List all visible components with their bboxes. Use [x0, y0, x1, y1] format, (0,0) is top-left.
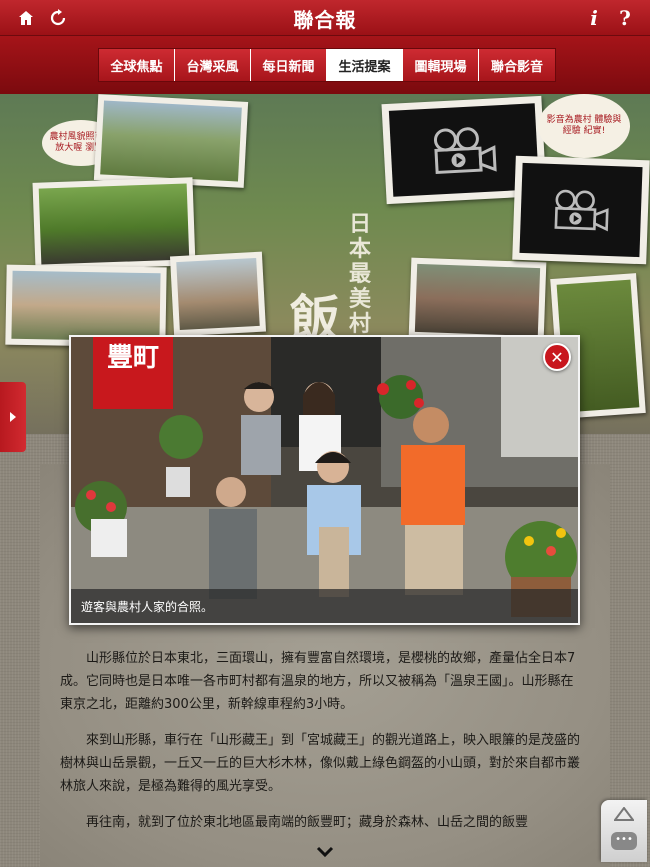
- chevron-down-icon: [316, 846, 334, 858]
- article-paragraph: 來到山形縣，車行在「山形藏王」到「宮城藏王」的觀光道路上，映入眼簾的是茂盛的樹林…: [60, 733, 581, 794]
- video-camera-icon: [433, 127, 497, 175]
- tab-taiwan-scenes[interactable]: 台灣采風: [175, 49, 251, 81]
- home-icon[interactable]: [14, 6, 38, 30]
- photo-lightbox[interactable]: 豐町 遊客與農村人家的合照。: [69, 335, 580, 625]
- collage-photo[interactable]: [93, 94, 249, 188]
- info-icon[interactable]: i: [582, 6, 606, 30]
- tab-daily-news[interactable]: 每日新聞: [251, 49, 327, 81]
- collage-photo[interactable]: [408, 257, 547, 343]
- tab-video[interactable]: 聯合影音: [479, 49, 555, 81]
- tab-lifestyle[interactable]: 生活提案: [327, 49, 403, 81]
- back-to-top-button[interactable]: •••: [601, 800, 647, 862]
- refresh-icon[interactable]: [46, 6, 70, 30]
- video-camera-icon: [554, 189, 609, 232]
- shop-sign: 豐町: [106, 343, 159, 373]
- article-paragraph: 山形縣位於日本東北，三面環山，擁有豐富自然環境，是櫻桃的故鄉，產量佔全日本7成。…: [60, 651, 576, 712]
- hint-bubble-right: 影音為農村 體驗與經驗 紀實!: [538, 94, 630, 158]
- help-icon[interactable]: ?: [613, 6, 637, 30]
- section-tab-bar: 全球焦點 台灣采風 每日新聞 生活提案 圖輯現場 聯合影音: [0, 36, 650, 94]
- tab-photo-gallery[interactable]: 圖輯現場: [403, 49, 479, 81]
- photo-caption: 遊客與農村人家的合照。: [71, 589, 578, 623]
- close-icon[interactable]: ✕: [543, 343, 571, 371]
- chevron-right-icon: [10, 412, 16, 422]
- caption-text: 遊客與農村人家的合照。: [81, 599, 214, 614]
- top-bar: 聯合報 i ?: [0, 0, 650, 36]
- comment-icon[interactable]: •••: [611, 832, 637, 850]
- app-logo: 聯合報: [293, 8, 357, 32]
- collage-photo[interactable]: [169, 251, 267, 337]
- side-drawer-toggle[interactable]: [0, 382, 26, 452]
- tab-global-focus[interactable]: 全球焦點: [99, 49, 175, 81]
- article-paragraph: 再往南，就到了位於東北地區最南端的飯豐町；藏身於森林、山岳之間的飯豐: [86, 815, 529, 830]
- triangle-up-icon: [613, 806, 635, 825]
- tabs: 全球焦點 台灣采風 每日新聞 生活提案 圖輯現場 聯合影音: [98, 48, 556, 82]
- scroll-down-button[interactable]: [312, 843, 338, 861]
- video-thumbnail[interactable]: [512, 155, 650, 265]
- lightbox-photo: [71, 337, 578, 623]
